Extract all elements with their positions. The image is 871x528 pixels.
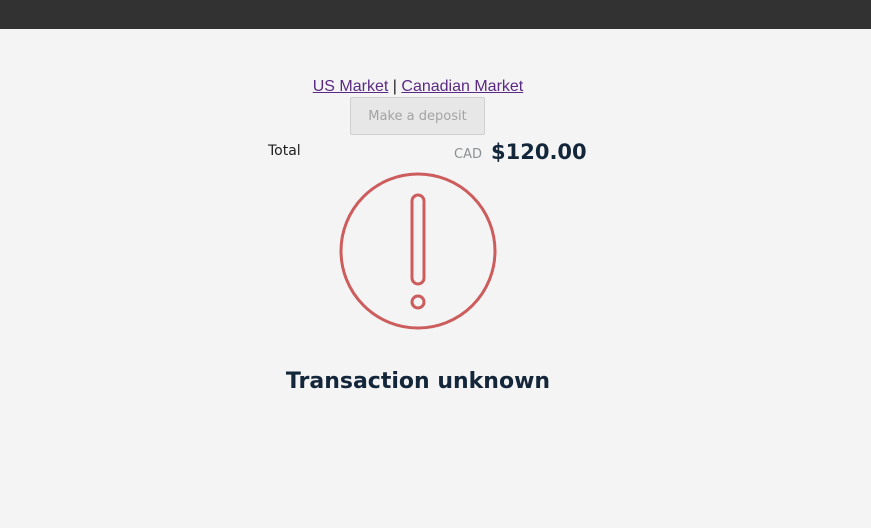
currency-label: CAD xyxy=(454,147,482,162)
us-market-link[interactable]: US Market xyxy=(313,78,389,95)
canadian-market-link[interactable]: Canadian Market xyxy=(401,78,523,95)
make-deposit-button[interactable]: Make a deposit xyxy=(350,97,485,135)
status-title: Transaction unknown xyxy=(285,369,551,394)
market-separator: | xyxy=(392,78,397,95)
market-links: US Market | Canadian Market xyxy=(0,77,836,97)
exclamation-circle-icon xyxy=(338,172,498,332)
top-bar xyxy=(0,0,871,29)
total-amount: $120.00 xyxy=(491,140,587,164)
total-label: Total xyxy=(268,143,301,159)
